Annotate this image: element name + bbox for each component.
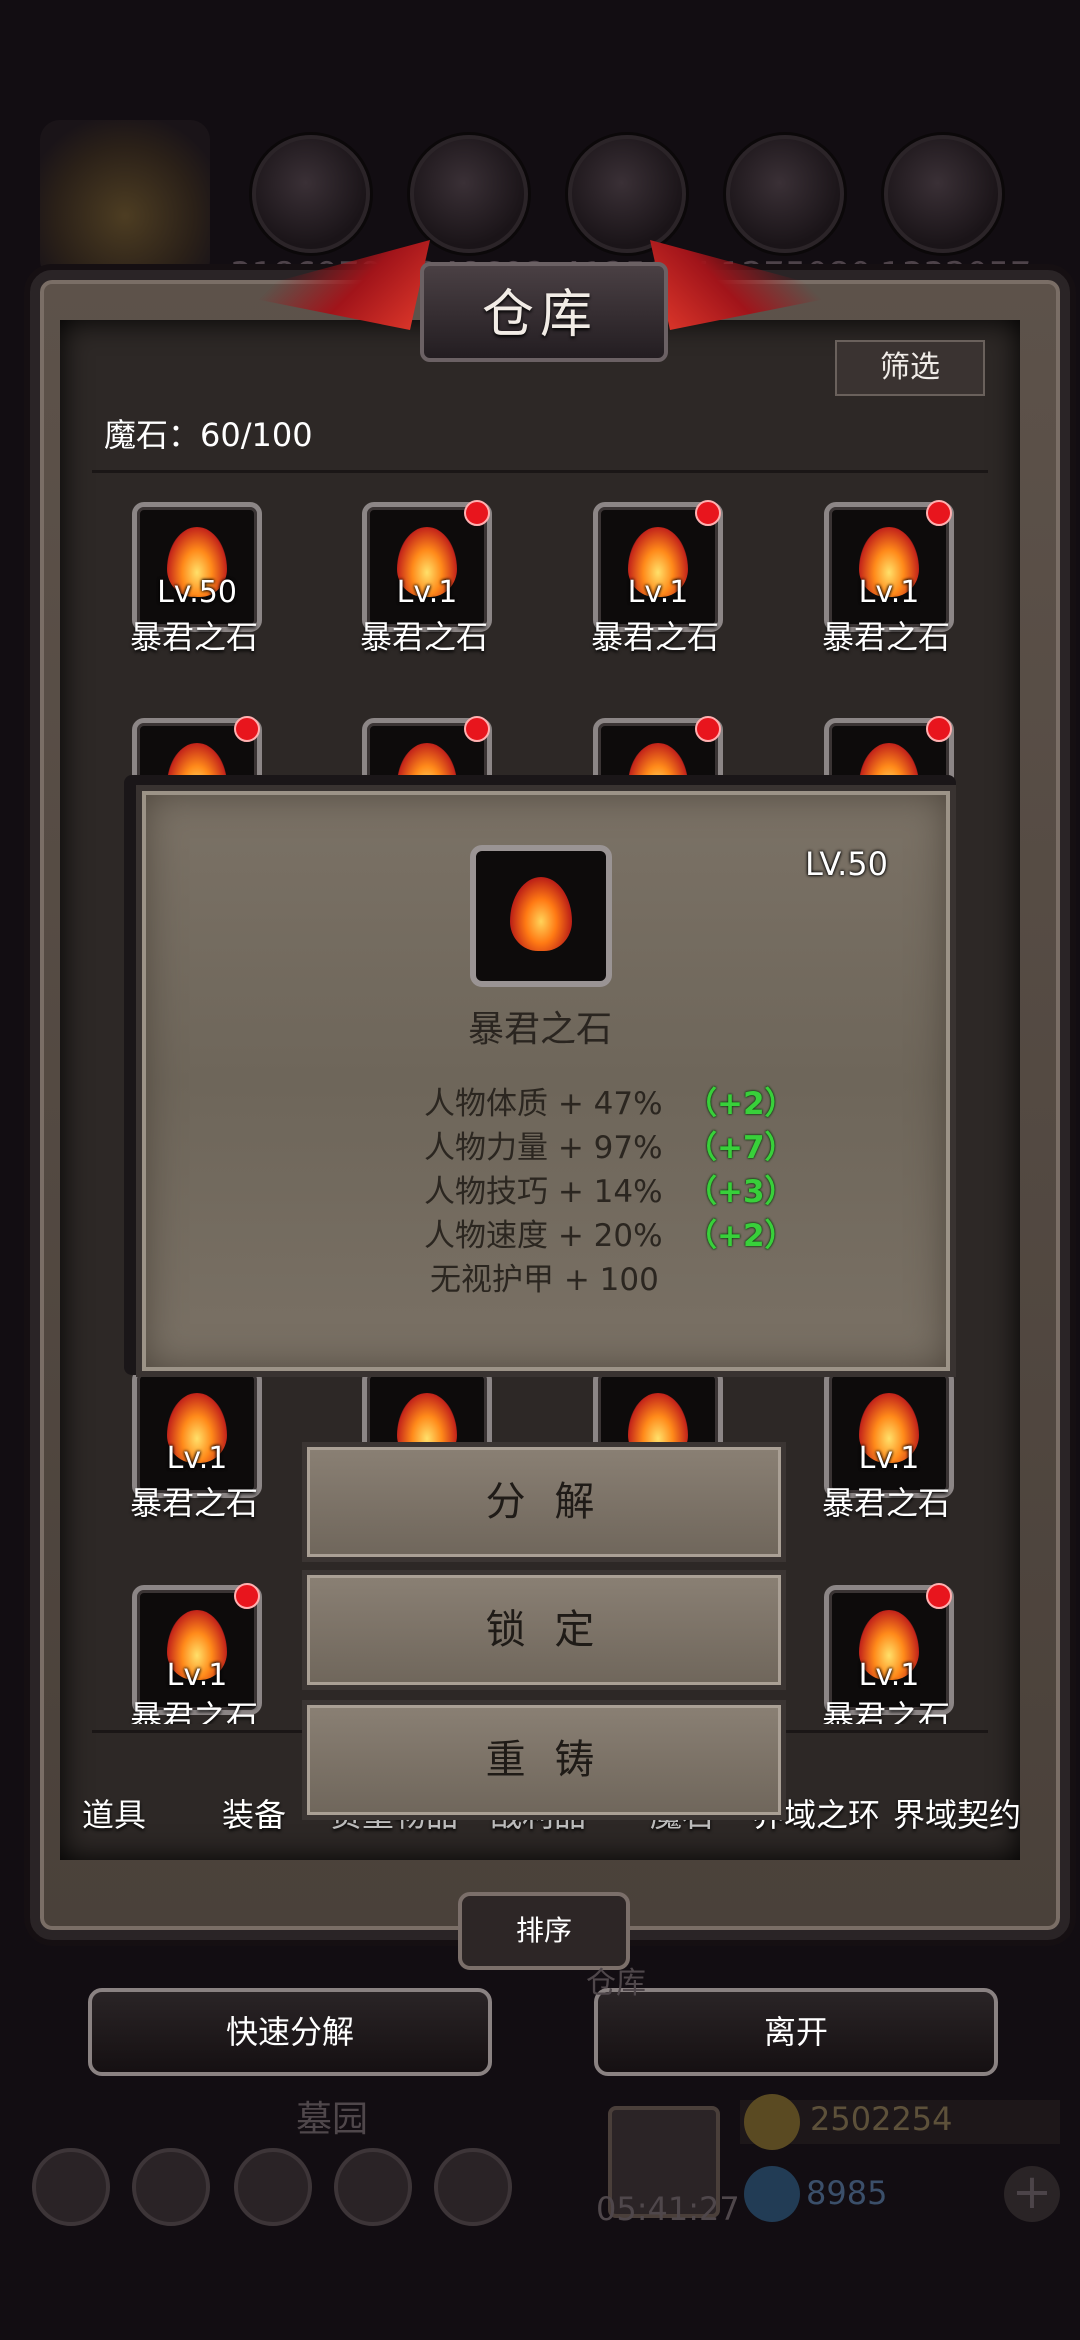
iron-ingot-icon — [568, 135, 686, 253]
stone-count: 魔石：60/100 — [104, 416, 313, 454]
new-badge — [695, 500, 721, 526]
new-badge — [926, 716, 952, 742]
new-badge — [926, 500, 952, 526]
item-name: 暴君之石 — [821, 1484, 950, 1522]
item-level: Lv.1 — [396, 575, 458, 610]
tab-equipment[interactable]: 装备 — [222, 1790, 286, 1836]
star-icon[interactable] — [132, 2148, 210, 2226]
item-level: Lv.50 — [157, 575, 237, 610]
timer: 05:41:27 — [596, 2190, 740, 2228]
stat-bonus: （+2） — [686, 1218, 796, 1254]
item-name: 暴君之石 — [129, 618, 258, 656]
new-badge — [234, 1583, 260, 1609]
wood-log-icon — [252, 135, 370, 253]
item-level: Lv.1 — [858, 1441, 920, 1476]
recast-button[interactable]: 重 铸 — [302, 1700, 786, 1820]
crystal-icon — [726, 135, 844, 253]
item-name: 暴君之石 — [821, 1698, 950, 1724]
popup-item-level: LV.50 — [805, 845, 888, 883]
item-name: 暴君之石 — [590, 618, 719, 656]
new-badge — [464, 716, 490, 742]
item-level: Lv.1 — [627, 575, 689, 610]
stat-bonus: （+3） — [686, 1174, 796, 1210]
plank-icon — [410, 135, 528, 253]
item-level: Lv.1 — [858, 1658, 920, 1693]
popup-item-slot — [470, 845, 612, 987]
warehouse-label: 仓库 — [586, 1966, 646, 2001]
tab-realm-contract[interactable]: 界域契约 — [893, 1790, 1021, 1836]
stat-line: 人物速度 + 20% — [424, 1218, 663, 1254]
gem-icon — [744, 2166, 800, 2222]
divider — [92, 470, 988, 473]
stat-line: 人物力量 + 97% — [424, 1130, 663, 1166]
castle-icon[interactable] — [234, 2148, 312, 2226]
stat-bonus: （+2） — [686, 1086, 796, 1122]
gold-amount: 2502254 — [810, 2100, 953, 2138]
stat-bonus: （+7） — [686, 1130, 796, 1166]
stat-line: 人物体质 + 47% — [424, 1086, 663, 1122]
add-icon[interactable]: + — [1004, 2166, 1060, 2222]
settings-icon[interactable] — [32, 2148, 110, 2226]
popup-item-name: 暴君之石 — [467, 1009, 612, 1050]
leave-button[interactable]: 离开 — [594, 1988, 998, 2076]
page-title: 仓库 — [481, 285, 598, 345]
dark-ingot-icon — [884, 135, 1002, 253]
gem-amount: 8985 — [806, 2174, 888, 2212]
stat-line: 无视护甲 + 100 — [430, 1262, 659, 1298]
item-level: Lv.1 — [858, 575, 920, 610]
new-badge — [234, 716, 260, 742]
lock-button[interactable]: 锁 定 — [302, 1570, 786, 1690]
item-level: Lv.1 — [166, 1441, 228, 1476]
cemetery-label: 墓园 — [296, 2099, 369, 2140]
quick-decompose-button[interactable]: 快速分解 — [88, 1988, 492, 2076]
gold-coin-icon — [744, 2094, 800, 2150]
tyrant-stone-icon — [510, 877, 572, 951]
crown-avatar-icon[interactable] — [40, 120, 210, 280]
new-badge — [926, 1583, 952, 1609]
item-name: 暴君之石 — [129, 1698, 258, 1724]
item-name: 暴君之石 — [359, 618, 488, 656]
mail-icon[interactable] — [334, 2148, 412, 2226]
tab-items[interactable]: 道具 — [82, 1790, 146, 1836]
item-name: 暴君之石 — [821, 618, 950, 656]
item-name: 暴君之石 — [129, 1484, 258, 1522]
new-badge — [695, 716, 721, 742]
filter-button[interactable]: 筛选 — [835, 340, 985, 396]
stat-line: 人物技巧 + 14% — [424, 1174, 663, 1210]
decompose-button[interactable]: 分 解 — [302, 1442, 786, 1562]
item-level: Lv.1 — [166, 1658, 228, 1693]
new-badge — [464, 500, 490, 526]
shield-icon[interactable] — [434, 2148, 512, 2226]
